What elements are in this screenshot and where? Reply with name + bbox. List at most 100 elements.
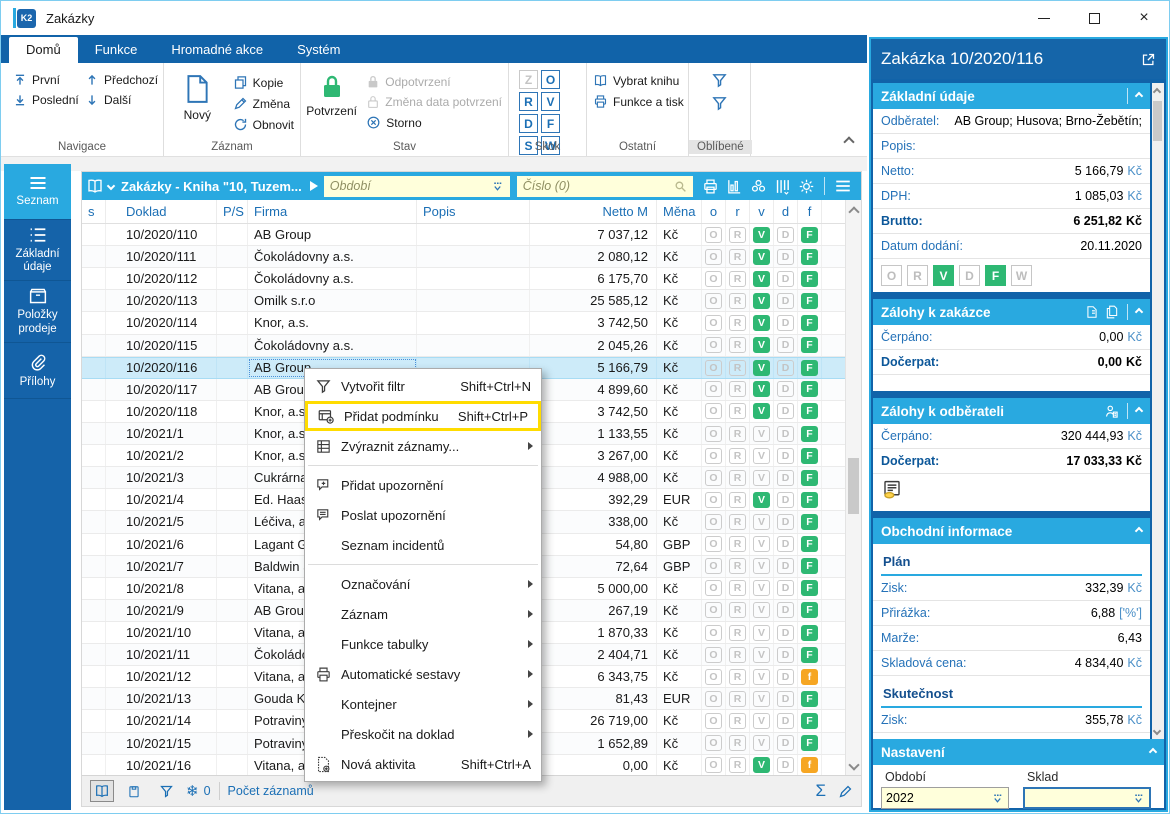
tab-domu[interactable]: Domů (9, 37, 78, 63)
menu-item-záznam[interactable]: Záznam (305, 599, 541, 629)
menu-item-přeskočit-na-doklad[interactable]: Přeskočit na doklad (305, 719, 541, 749)
collapse-icon[interactable] (1134, 406, 1144, 416)
card-settings-header[interactable]: Nastavení (873, 739, 1164, 765)
favorite-filter2-icon[interactable] (711, 95, 728, 112)
sidebar-item-z-kladn-daje[interactable]: Základní údaje (4, 220, 71, 282)
menu-item-zvýraznit-záznamy-[interactable]: Zvýraznit záznamy... (305, 431, 541, 461)
collapse-icon[interactable] (1134, 307, 1144, 317)
chevron-down-icon[interactable] (106, 181, 116, 191)
card-business-header[interactable]: Obchodní informace (873, 518, 1150, 544)
menu-item-funkce-tabulky[interactable]: Funkce tabulky (305, 629, 541, 659)
person-doc-icon[interactable] (1104, 404, 1119, 419)
columns-icon[interactable] (774, 178, 791, 195)
sidebar-item-p-lohy[interactable]: Přílohy (4, 343, 71, 399)
column-header-p-s[interactable]: P/S (217, 200, 248, 223)
panel-scroll-down-icon[interactable] (1152, 726, 1162, 736)
combo-arrow-icon[interactable] (491, 180, 504, 193)
period-filter-input[interactable]: Období (323, 175, 510, 197)
unconfirm-button[interactable]: Odpotvrzení (360, 72, 508, 92)
jump-key-d[interactable]: D (519, 114, 538, 133)
select-book-button[interactable]: Vybrat knihu (587, 70, 688, 91)
process-icon[interactable] (750, 178, 767, 195)
edit-pencil-icon[interactable] (838, 784, 853, 799)
column-header-s[interactable]: s (82, 200, 106, 223)
menu-item-nová-aktivita[interactable]: Nová aktivita Shift+Ctrl+A (305, 749, 541, 779)
table-vertical-scrollbar[interactable] (845, 200, 861, 775)
stock-combo[interactable] (1023, 787, 1151, 809)
first-button[interactable]: První (7, 70, 79, 90)
functions-print-button[interactable]: Funkce a tisk (587, 91, 688, 112)
scroll-down-icon[interactable] (848, 759, 860, 771)
collapse-icon[interactable] (1148, 747, 1158, 757)
jump-key-v[interactable]: V (541, 92, 560, 111)
advance-doc-icon[interactable] (1085, 305, 1099, 319)
table-row[interactable]: 10/2020/112 Čokoládovny a.s. 6 175,70 Kč O R V… (82, 268, 847, 291)
period-combo[interactable]: 2022 (881, 787, 1009, 809)
menu-item-poslat-upozornění[interactable]: Poslat upozornění (305, 500, 541, 530)
minimize-button[interactable] (1019, 1, 1069, 35)
open-external-icon[interactable] (1141, 52, 1156, 67)
menu-item-seznam-incidentů[interactable]: Seznam incidentů (305, 530, 541, 560)
collapse-icon[interactable] (1134, 91, 1144, 101)
book-select-icon[interactable] (86, 177, 104, 195)
favorite-filter-icon[interactable] (711, 72, 728, 89)
tab-system[interactable]: Systém (280, 37, 357, 63)
sidebar-item-polo-ky-prodeje[interactable]: Položky prodeje (4, 281, 71, 343)
jump-key-r[interactable]: R (519, 92, 538, 111)
table-row[interactable]: 10/2020/114 Knor, a.s. 3 742,50 Kč O R V D F (82, 312, 847, 335)
table-row[interactable]: 10/2020/113 Omilk s.r.o 25 585,12 Kč O R V D F (82, 290, 847, 313)
table-menu-icon[interactable] (834, 178, 852, 194)
play-icon[interactable] (309, 181, 318, 191)
sum-icon[interactable]: Σ (815, 781, 826, 801)
menu-item-vytvořit-filtr[interactable]: Vytvořit filtr Shift+Ctrl+N (305, 371, 541, 401)
column-header-v[interactable]: v (750, 200, 774, 223)
card-advances-customer-header[interactable]: Zálohy k odběrateli (873, 398, 1150, 424)
column-header-f[interactable]: f (798, 200, 822, 223)
menu-item-automatické-sestavy[interactable]: Automatické sestavy (305, 659, 541, 689)
column-header-d[interactable]: d (774, 200, 798, 223)
tab-funkce[interactable]: Funkce (78, 37, 155, 63)
panel-scroll-up-icon[interactable] (1152, 87, 1162, 97)
advance-invoice-icon[interactable] (873, 474, 1150, 511)
number-search-input[interactable]: Číslo (0) (516, 175, 693, 197)
panel-scrollbar-thumb[interactable] (1153, 101, 1162, 141)
scrollbar-thumb[interactable] (848, 458, 859, 514)
change-confirm-date-button[interactable]: Změna data potvrzení (360, 92, 508, 112)
last-button[interactable]: Poslední (7, 90, 79, 110)
menu-item-přidat-podmínku[interactable]: Přidat podmínku Shift+Ctrl+P (305, 401, 541, 431)
advance-doc-copy-icon[interactable] (1105, 305, 1119, 319)
chart-icon[interactable] (726, 178, 743, 195)
maximize-button[interactable] (1069, 1, 1119, 35)
table-row[interactable]: 10/2020/110 AB Group 7 037,12 Kč O R V D F (82, 224, 847, 247)
book-title[interactable]: Zakázky - Kniha "10, Tuzem... (121, 179, 302, 194)
panel-scrollbar[interactable] (1152, 83, 1164, 739)
close-button[interactable]: × (1119, 1, 1169, 35)
column-header-r[interactable]: r (726, 200, 750, 223)
settings-gear-icon[interactable] (798, 178, 815, 195)
scroll-up-icon[interactable] (848, 206, 860, 218)
column-header-o[interactable]: o (702, 200, 726, 223)
collapse-icon[interactable] (1134, 526, 1144, 536)
change-button[interactable]: Změna (227, 93, 300, 114)
menu-item-kontejner[interactable]: Kontejner (305, 689, 541, 719)
container-button[interactable] (122, 780, 146, 802)
sidebar-item-seznam[interactable]: Seznam (4, 164, 71, 220)
column-header-doklad[interactable]: Doklad (106, 200, 217, 223)
storno-button[interactable]: Storno (360, 112, 508, 133)
freeze-button[interactable]: ❄ 0 (186, 780, 211, 802)
column-header-netto-m[interactable]: Netto M (530, 200, 657, 223)
menu-item-přidat-upozornění[interactable]: Přidat upozornění (305, 470, 541, 500)
table-row[interactable]: 10/2020/115 Čokoládovny a.s. 2 045,26 Kč O R V… (82, 334, 847, 357)
previous-button[interactable]: Předchozí (79, 70, 158, 90)
print-icon[interactable] (702, 178, 719, 195)
column-header-firma[interactable]: Firma (248, 200, 417, 223)
jump-key-f[interactable]: F (541, 114, 560, 133)
refresh-button[interactable]: Obnovit (227, 114, 300, 135)
table-row[interactable]: 10/2020/111 Čokoládovny a.s. 2 080,12 Kč O R V… (82, 246, 847, 269)
book-view-button[interactable] (90, 780, 114, 802)
tab-hromadne-akce[interactable]: Hromadné akce (154, 37, 280, 63)
menu-item-označování[interactable]: Označování (305, 569, 541, 599)
jump-key-z[interactable]: Z (519, 70, 538, 89)
filter-button[interactable] (154, 780, 178, 802)
card-advances-order-header[interactable]: Zálohy k zakázce (873, 299, 1150, 325)
